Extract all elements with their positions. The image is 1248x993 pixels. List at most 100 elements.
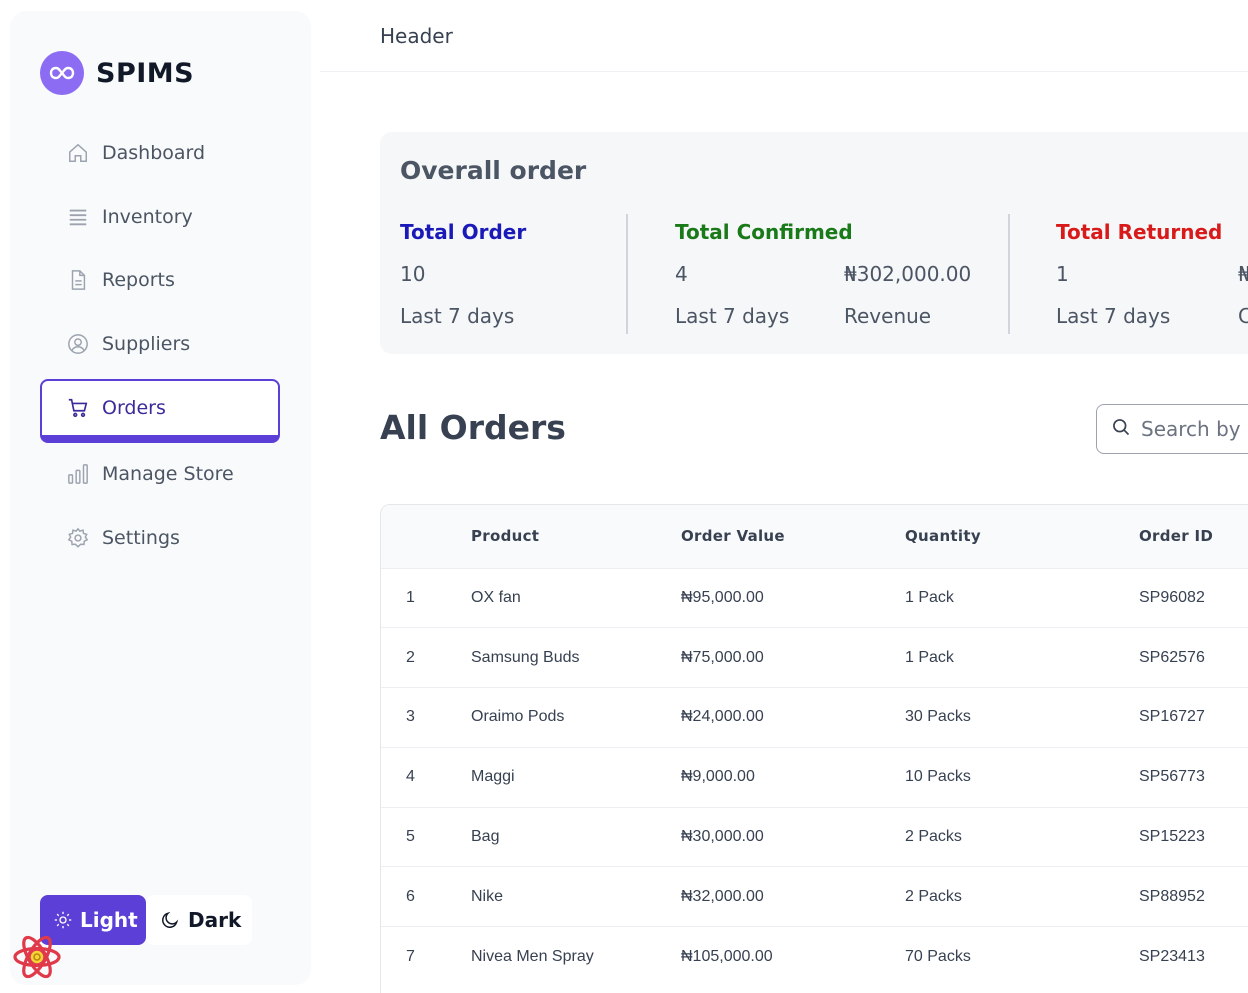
product-cell: Samsung Buds bbox=[471, 648, 580, 666]
total-returned-label: Total Returned bbox=[1056, 220, 1223, 244]
order-id-cell: SP16727 bbox=[1139, 708, 1205, 726]
total-returned-stat: Total Returned 1 Last 7 days bbox=[1056, 220, 1222, 328]
total-returned-value: 1 bbox=[1056, 262, 1069, 286]
cart-icon bbox=[66, 396, 90, 420]
overall-order-card: Overall order Total Order 10 Last 7 days… bbox=[380, 132, 1248, 354]
table-row[interactable]: 2 Samsung Buds ₦75,000.00 1 Pack SP62576 bbox=[381, 627, 1248, 688]
header-title: Header bbox=[380, 23, 453, 48]
sidebar: SPIMS Dashboard Inventory Reports Suppli… bbox=[10, 11, 311, 985]
search-box[interactable] bbox=[1096, 404, 1248, 454]
orders-table: Product Order Value Quantity Order ID 1 … bbox=[380, 504, 1248, 993]
order-id-cell: SP88952 bbox=[1139, 887, 1205, 905]
dark-theme-label: Dark bbox=[188, 908, 242, 932]
sun-icon bbox=[54, 911, 72, 929]
infinity-logo-icon bbox=[40, 51, 84, 95]
inventory-icon bbox=[66, 205, 90, 229]
confirmed-revenue-amount: ₦302,000.00 bbox=[844, 262, 972, 286]
product-cell: Oraimo Pods bbox=[471, 708, 565, 726]
row-number: 7 bbox=[406, 947, 415, 965]
quantity-cell: 2 Packs bbox=[905, 887, 962, 905]
total-order-stat: Total Order 10 Last 7 days bbox=[400, 220, 526, 328]
quantity-cell: 1 Pack bbox=[905, 648, 954, 666]
row-number: 4 bbox=[406, 768, 415, 786]
column-header-number bbox=[381, 505, 471, 568]
row-number: 2 bbox=[406, 648, 415, 666]
product-cell: Bag bbox=[471, 828, 500, 846]
moon-icon bbox=[160, 910, 180, 930]
product-cell: OX fan bbox=[471, 588, 521, 606]
sidebar-nav: Dashboard Inventory Reports Suppliers Or… bbox=[40, 125, 280, 573]
sidebar-item-label: Settings bbox=[102, 526, 180, 549]
sidebar-item-inventory[interactable]: Inventory bbox=[40, 189, 280, 245]
quantity-cell: 70 Packs bbox=[905, 947, 971, 965]
order-value-cell: ₦32,000.00 bbox=[681, 887, 764, 905]
sidebar-item-label: Inventory bbox=[102, 205, 193, 228]
table-row[interactable]: 5 Bag ₦30,000.00 2 Packs SP15223 bbox=[381, 807, 1248, 867]
product-cell: Nivea Men Spray bbox=[471, 947, 594, 965]
column-header-product[interactable]: Product bbox=[471, 505, 681, 568]
column-header-order-id[interactable]: Order ID bbox=[1139, 505, 1248, 568]
bar-chart-icon bbox=[66, 462, 90, 486]
sidebar-item-manage-store[interactable]: Manage Store bbox=[40, 446, 280, 502]
sidebar-item-reports[interactable]: Reports bbox=[40, 252, 280, 308]
table-row[interactable]: 6 Nike ₦32,000.00 2 Packs SP88952 bbox=[381, 866, 1248, 927]
order-value-cell: ₦105,000.00 bbox=[681, 947, 773, 965]
light-theme-label: Light bbox=[80, 908, 138, 932]
product-cell: Nike bbox=[471, 887, 504, 905]
order-id-cell: SP62576 bbox=[1139, 648, 1205, 666]
sidebar-item-orders[interactable]: Orders bbox=[40, 379, 280, 443]
row-number: 1 bbox=[406, 588, 415, 606]
sidebar-item-label: Reports bbox=[102, 269, 175, 291]
order-value-cell: ₦24,000.00 bbox=[681, 708, 764, 726]
user-circle-icon bbox=[66, 332, 90, 356]
total-confirmed-stat: Total Confirmed 4 Last 7 days bbox=[675, 220, 853, 328]
total-confirmed-period: Last 7 days bbox=[675, 304, 790, 328]
total-order-value: 10 bbox=[400, 262, 426, 286]
home-icon bbox=[66, 141, 90, 165]
order-value-cell: ₦30,000.00 bbox=[681, 828, 764, 846]
table-row[interactable]: 1 OX fan ₦95,000.00 1 Pack SP96082 bbox=[381, 568, 1248, 628]
total-order-label: Total Order bbox=[400, 220, 527, 244]
confirmed-revenue-stat: ₦302,000.00 Revenue bbox=[844, 220, 971, 328]
product-cell: Maggi bbox=[471, 768, 515, 786]
order-id-cell: SP15223 bbox=[1139, 828, 1205, 846]
table-row[interactable]: 3 Oraimo Pods ₦24,000.00 30 Packs SP1672… bbox=[381, 687, 1248, 748]
sidebar-item-label: Suppliers bbox=[102, 332, 191, 355]
order-value-cell: ₦9,000.00 bbox=[681, 768, 755, 786]
brand-name: SPIMS bbox=[96, 57, 195, 89]
sidebar-item-suppliers[interactable]: Suppliers bbox=[40, 316, 280, 372]
table-row[interactable]: 4 Maggi ₦9,000.00 10 Packs SP56773 bbox=[381, 747, 1248, 807]
returned-amount-stat: ₦ C bbox=[1238, 220, 1248, 328]
row-number: 3 bbox=[406, 708, 415, 726]
sidebar-item-label: Dashboard bbox=[102, 142, 206, 164]
column-header-order-value[interactable]: Order Value bbox=[681, 505, 905, 568]
order-value-cell: ₦95,000.00 bbox=[681, 588, 764, 606]
search-input[interactable] bbox=[1141, 417, 1248, 441]
sidebar-item-label: Orders bbox=[102, 397, 166, 419]
quantity-cell: 30 Packs bbox=[905, 708, 971, 726]
all-orders-title: All Orders bbox=[380, 408, 566, 447]
sidebar-item-label: Manage Store bbox=[102, 463, 234, 485]
order-value-cell: ₦75,000.00 bbox=[681, 648, 764, 666]
confirmed-revenue-label: Revenue bbox=[844, 304, 932, 328]
react-devtools-icon[interactable] bbox=[12, 932, 62, 982]
quantity-cell: 1 Pack bbox=[905, 588, 954, 606]
gear-icon bbox=[66, 526, 90, 550]
overall-order-title: Overall order bbox=[400, 156, 587, 185]
sidebar-item-settings[interactable]: Settings bbox=[40, 510, 280, 566]
quantity-cell: 10 Packs bbox=[905, 768, 971, 786]
sidebar-item-dashboard[interactable]: Dashboard bbox=[40, 125, 280, 181]
order-id-cell: SP56773 bbox=[1139, 768, 1205, 786]
dark-theme-button[interactable]: Dark bbox=[146, 895, 252, 945]
document-icon bbox=[66, 268, 90, 292]
total-confirmed-label: Total Confirmed bbox=[675, 220, 853, 244]
order-id-cell: SP96082 bbox=[1139, 588, 1205, 606]
order-id-cell: SP23413 bbox=[1139, 947, 1205, 965]
brand-logo[interactable]: SPIMS bbox=[40, 51, 194, 95]
quantity-cell: 2 Packs bbox=[905, 828, 962, 846]
table-row[interactable]: 7 Nivea Men Spray ₦105,000.00 70 Packs S… bbox=[381, 926, 1248, 987]
returned-amount-label: C bbox=[1238, 304, 1248, 328]
column-header-quantity[interactable]: Quantity bbox=[905, 505, 1139, 568]
total-confirmed-value: 4 bbox=[675, 262, 688, 286]
stat-divider bbox=[626, 214, 628, 334]
